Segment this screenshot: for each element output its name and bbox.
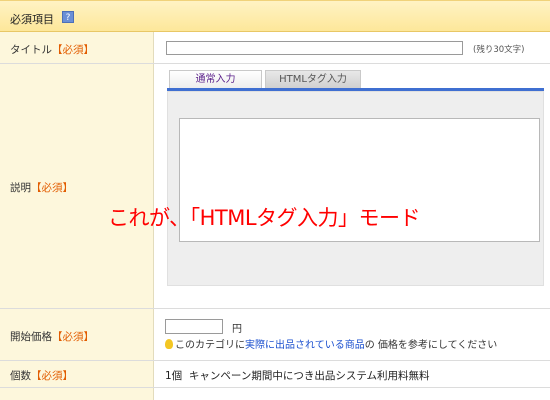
next-row-partial (0, 388, 550, 400)
quantity-label: 個数【必須】 (10, 368, 73, 383)
price-hint: このカテゴリに実際に出品されている商品の 価格を参考にしてください (165, 336, 497, 351)
mode-annotation: これが、「HTMLタグ入力」モード (108, 206, 421, 230)
title-label-text: タイトル (10, 44, 52, 56)
lightbulb-icon (165, 339, 173, 349)
description-row: 説明【必須】 通常入力 HTMLタグ入力 (0, 64, 550, 309)
required-section-header: 必須項目 ? (0, 0, 550, 32)
hint-suffix: の 価格を参考にしてください (364, 340, 498, 351)
description-content-cell: 通常入力 HTMLタグ入力 (155, 64, 550, 308)
title-row: タイトル【必須】 (残り30文字) (0, 32, 550, 64)
description-label-text: 説明 (10, 182, 31, 194)
help-icon[interactable]: ? (62, 11, 74, 23)
price-row: 開始価格【必須】 円 このカテゴリに実際に出品されている商品の 価格を参考にして… (0, 309, 550, 361)
price-label-cell: 開始価格【必須】 (0, 309, 154, 360)
price-label-text: 開始価格 (10, 331, 52, 343)
yen-unit: 円 (232, 324, 242, 335)
required-badge: 【必須】 (31, 182, 73, 194)
description-label: 説明【必須】 (10, 180, 73, 195)
required-badge: 【必須】 (52, 44, 94, 56)
quantity-note: キャンペーン期間中につき出品システム利用料無料 (188, 370, 430, 382)
next-label-cell (0, 388, 154, 400)
price-content-cell: 円 このカテゴリに実際に出品されている商品の 価格を参考にしてください (155, 309, 550, 360)
price-label: 開始価格【必須】 (10, 329, 94, 344)
quantity-number: 1個 (165, 370, 183, 382)
tab-normal-input[interactable]: 通常入力 (169, 70, 262, 89)
required-badge: 【必須】 (52, 331, 94, 343)
remaining-chars: (残り30文字) (473, 45, 525, 55)
quantity-value: 1個 キャンペーン期間中につき出品システム利用料無料 (165, 368, 430, 383)
title-label: タイトル【必須】 (10, 42, 94, 57)
quantity-content-cell: 1個 キャンペーン期間中につき出品システム利用料無料 (155, 361, 550, 387)
similar-items-link[interactable]: 実際に出品されている商品 (245, 340, 365, 351)
required-badge: 【必須】 (31, 370, 73, 382)
quantity-label-text: 個数 (10, 370, 31, 382)
title-content-cell: (残り30文字) (155, 32, 550, 63)
section-title: 必須項目 (10, 13, 54, 26)
hint-prefix: このカテゴリに (175, 340, 245, 351)
quantity-row: 個数【必須】 1個 キャンペーン期間中につき出品システム利用料無料 (0, 361, 550, 388)
quantity-label-cell: 個数【必須】 (0, 361, 154, 387)
title-input[interactable] (166, 41, 463, 55)
description-label-cell: 説明【必須】 (0, 64, 154, 308)
tab-html-input[interactable]: HTMLタグ入力 (265, 70, 361, 89)
title-label-cell: タイトル【必須】 (0, 32, 154, 63)
price-input[interactable] (165, 319, 223, 334)
